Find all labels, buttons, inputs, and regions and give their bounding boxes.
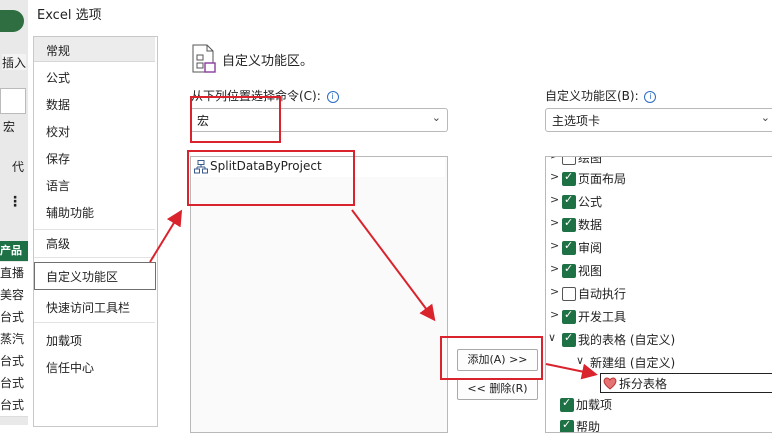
tree-row[interactable]: ∨ 我的表格 (自定义) — [546, 329, 772, 349]
nav-item-language[interactable]: 语言 — [46, 177, 70, 194]
tree-row[interactable]: > 视图 — [546, 260, 772, 280]
tree-row-label: 页面布局 — [578, 172, 627, 186]
checkbox[interactable] — [562, 170, 576, 186]
nav-separator — [34, 257, 155, 258]
highlight-box — [187, 150, 355, 206]
custom-command-icon — [603, 377, 617, 390]
chevron-right-icon[interactable]: > — [550, 308, 559, 321]
sheet-header-cell[interactable]: 产品 — [0, 241, 28, 261]
checkbox[interactable] — [562, 216, 576, 232]
tree-row-label: 开发工具 — [578, 310, 627, 324]
code-group-fragment: 代 — [12, 160, 25, 174]
dialog-title: Excel 选项 — [37, 8, 102, 23]
customize-ribbon-icon — [191, 44, 217, 74]
chevron-right-icon[interactable]: > — [550, 216, 559, 229]
ribbon-tab-insert-fragment[interactable]: 插入 — [2, 54, 26, 70]
tree-row[interactable]: 加载项 — [546, 394, 772, 414]
nav-item-accessibility[interactable]: 辅助功能 — [46, 204, 94, 221]
nav-separator — [34, 229, 155, 230]
tree-row-label: 加载项 — [576, 398, 613, 412]
info-icon[interactable]: i — [326, 90, 339, 103]
nav-item-save[interactable]: 保存 — [46, 150, 70, 167]
more-icon[interactable]: ⋮ — [8, 194, 22, 210]
checkbox[interactable] — [562, 262, 576, 278]
checkbox[interactable] — [562, 287, 576, 301]
sheet-cell[interactable]: 台式 — [0, 306, 28, 329]
highlight-box — [190, 96, 281, 143]
chevron-right-icon[interactable]: > — [550, 262, 559, 275]
nav-item-proofing[interactable]: 校对 — [46, 123, 70, 140]
customize-ribbon-dropdown[interactable]: 主选项卡 ⌄ — [545, 108, 772, 132]
tree-row[interactable]: > 数据 — [546, 214, 772, 234]
macro-icon[interactable] — [0, 88, 26, 114]
nav-item-customize-ribbon[interactable]: 自定义功能区 — [46, 268, 118, 285]
checkbox[interactable] — [562, 331, 576, 347]
sheet-cell[interactable]: 直播 — [0, 262, 28, 285]
tree-row[interactable]: ∨ 新建组 (自定义) — [546, 352, 772, 372]
tree-row-label: 数据 — [578, 218, 603, 232]
tree-row[interactable]: > 开发工具 — [546, 306, 772, 326]
checkbox[interactable] — [560, 418, 574, 432]
tree-row-label: 公式 — [578, 195, 603, 209]
checkbox[interactable] — [562, 239, 576, 255]
chevron-down-icon: ⌄ — [760, 111, 770, 124]
chevron-down-icon[interactable]: ∨ — [548, 331, 556, 344]
tree-row-label: 我的表格 (自定义) — [578, 333, 676, 347]
autosave-toggle[interactable] — [0, 10, 24, 32]
sheet-cell[interactable]: 台式 — [0, 394, 28, 417]
checkbox[interactable] — [562, 157, 576, 165]
section-heading: 自定义功能区。 — [222, 54, 314, 69]
tree-row-label: 视图 — [578, 264, 603, 278]
chevron-down-icon[interactable]: ∨ — [576, 354, 584, 367]
customize-ribbon-label-text: 自定义功能区(B): — [545, 89, 639, 103]
customize-ribbon-label: 自定义功能区(B): i — [545, 87, 657, 104]
sheet-cell[interactable]: 台式 — [0, 350, 28, 373]
dropdown-value: 主选项卡 — [552, 114, 601, 128]
background-excel-window: 插入 宏 代 ⋮ 产品 直播 美容 台式 蒸汽 台式 台式 台式 — [0, 0, 29, 425]
nav-item-trust-center[interactable]: 信任中心 — [46, 359, 94, 376]
tree-row-label: 自动执行 — [578, 287, 627, 301]
checkbox[interactable] — [562, 193, 576, 209]
chevron-right-icon[interactable]: > — [550, 239, 559, 252]
highlight-box — [440, 336, 543, 380]
nav-item-data[interactable]: 数据 — [46, 96, 70, 113]
chevron-right-icon[interactable]: > — [550, 157, 559, 162]
remove-button[interactable]: << 删除(R) — [457, 378, 538, 400]
tree-row[interactable]: > 绘图 — [546, 156, 772, 167]
nav-item-general[interactable]: 常规 — [46, 42, 70, 59]
tree-row[interactable]: > 页面布局 — [546, 168, 772, 188]
tree-row[interactable]: > 公式 — [546, 191, 772, 211]
chevron-down-icon: ⌄ — [431, 111, 441, 124]
tree-row[interactable]: > 自动执行 — [546, 283, 772, 303]
sheet-cell[interactable]: 美容 — [0, 284, 28, 307]
chevron-right-icon[interactable]: > — [550, 170, 559, 183]
nav-item-add-ins[interactable]: 加载项 — [46, 332, 82, 349]
ribbon-tree-listbox[interactable]: > 绘图 > 页面布局 > 公式 > 数据 > 审阅 > 视图 > 自动执行 >… — [545, 156, 772, 433]
tree-row[interactable]: > 审阅 — [546, 237, 772, 257]
sheet-cell[interactable]: 台式 — [0, 372, 28, 395]
sheet-cell[interactable]: 蒸汽 — [0, 328, 28, 351]
tree-row-label: 绘图 — [578, 156, 603, 165]
checkbox[interactable] — [560, 396, 574, 412]
tree-row-label: 拆分表格 — [619, 377, 668, 391]
tree-row-label: 审阅 — [578, 241, 603, 255]
tree-row-label: 帮助 — [576, 420, 601, 433]
chevron-right-icon[interactable]: > — [550, 285, 559, 298]
tree-row-label: 新建组 (自定义) — [590, 356, 676, 370]
nav-separator — [34, 322, 155, 323]
nav-item-formulas[interactable]: 公式 — [46, 69, 70, 86]
macro-button-label: 宏 — [3, 120, 16, 134]
nav-item-quick-access-toolbar[interactable]: 快速访问工具栏 — [46, 299, 130, 316]
chevron-right-icon[interactable]: > — [550, 193, 559, 206]
checkbox[interactable] — [562, 308, 576, 324]
nav-item-advanced[interactable]: 高级 — [46, 235, 70, 252]
tree-row-selected[interactable]: 拆分表格 — [600, 373, 772, 393]
info-icon[interactable]: i — [644, 90, 657, 103]
